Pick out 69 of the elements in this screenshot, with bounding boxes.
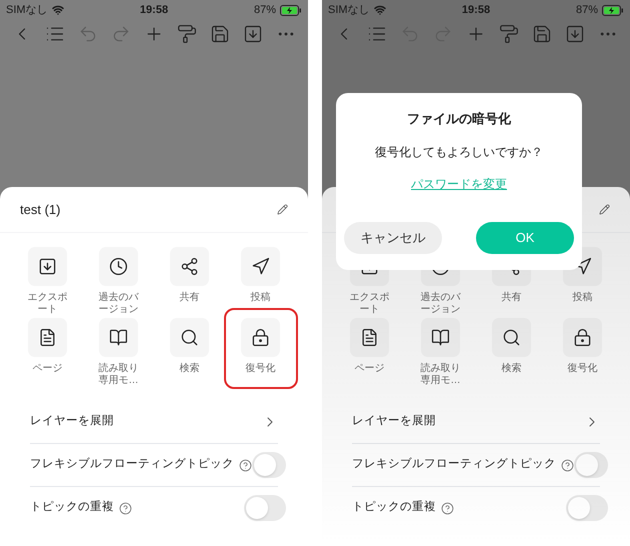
action-item[interactable]: ページ <box>334 318 404 387</box>
toggle-switch[interactable] <box>566 495 608 521</box>
paint-roller-icon[interactable] <box>177 24 197 44</box>
book-icon <box>431 328 450 347</box>
help-icon[interactable] <box>119 502 132 514</box>
setting-label: レイヤーを展開 <box>352 414 436 429</box>
clock-time: 19:58 <box>140 2 168 18</box>
action-label: 投稿 <box>250 292 272 305</box>
search-icon <box>180 328 199 347</box>
toggle-switch[interactable] <box>252 452 286 478</box>
save-icon[interactable] <box>532 24 552 44</box>
action-label: 復号化 <box>566 363 598 376</box>
action-label: 共有 <box>500 292 522 305</box>
dialog-title: ファイルの暗号化 <box>407 110 511 128</box>
setting-label: トピックの重複 <box>352 500 436 516</box>
battery-icon <box>602 4 624 16</box>
action-item[interactable]: 共有 <box>154 247 224 316</box>
lock-icon <box>251 328 270 347</box>
setting-label: トピックの重複 <box>30 500 114 516</box>
action-label: 読み取り専用モ… <box>420 363 462 387</box>
action-label: 過去のバージョン <box>98 292 140 316</box>
action-label: エクスポート <box>26 292 68 316</box>
wifi-icon <box>52 4 64 16</box>
action-label: ページ <box>32 363 64 376</box>
lock-icon <box>573 328 592 347</box>
action-label: 検索 <box>178 363 200 376</box>
action-item[interactable]: 読み取り専用モ… <box>84 318 154 387</box>
document-icon <box>38 328 57 347</box>
dialog-message: 復号化してもよろしいですか？ <box>375 144 543 160</box>
setting-label: フレキシブルフローティングトピック <box>30 456 234 472</box>
search-icon <box>502 328 521 347</box>
document-icon <box>360 328 379 347</box>
setting-label: レイヤーを展開 <box>30 414 114 429</box>
save-icon[interactable] <box>210 24 230 44</box>
carrier-label: SIMなし <box>328 2 370 18</box>
edit-icon[interactable] <box>599 204 610 215</box>
book-icon <box>109 328 128 347</box>
setting-label: フレキシブルフローティングトピック <box>352 456 556 472</box>
action-label: 読み取り専用モ… <box>98 363 140 387</box>
action-label: 過去のバージョン <box>420 292 462 316</box>
action-item[interactable]: ページ <box>12 318 82 387</box>
action-label: 復号化 <box>244 363 276 376</box>
action-label: 検索 <box>500 363 522 376</box>
help-icon[interactable] <box>441 502 454 514</box>
battery-percentage: 87% <box>254 2 276 18</box>
wifi-icon <box>374 4 386 16</box>
battery-percentage: 87% <box>576 2 598 18</box>
sheet-title: test (1) <box>20 200 60 219</box>
toggle-switch[interactable] <box>574 452 608 478</box>
help-icon[interactable] <box>239 458 252 472</box>
action-label: 投稿 <box>572 292 594 305</box>
carrier-label: SIMなし <box>6 2 48 18</box>
help-icon[interactable] <box>561 458 574 472</box>
paint-roller-icon[interactable] <box>499 24 519 44</box>
cancel-button[interactable]: キャンセル <box>344 222 442 254</box>
battery-icon <box>280 4 302 16</box>
action-item[interactable]: 検索 <box>476 318 546 387</box>
action-label: エクスポート <box>348 292 390 316</box>
action-item[interactable]: 過去のバージョン <box>84 247 154 316</box>
action-item[interactable]: 読み取り専用モ… <box>406 318 476 387</box>
action-label: 共有 <box>178 292 200 305</box>
edit-icon[interactable] <box>277 204 288 215</box>
toggle-switch[interactable] <box>244 495 286 521</box>
action-item[interactable]: 検索 <box>154 318 224 387</box>
clock-time: 19:58 <box>462 2 490 18</box>
send-icon <box>251 257 270 276</box>
action-item[interactable]: エクスポート <box>12 247 82 316</box>
action-label: ページ <box>354 363 386 376</box>
action-item[interactable]: 復号化 <box>548 318 618 387</box>
